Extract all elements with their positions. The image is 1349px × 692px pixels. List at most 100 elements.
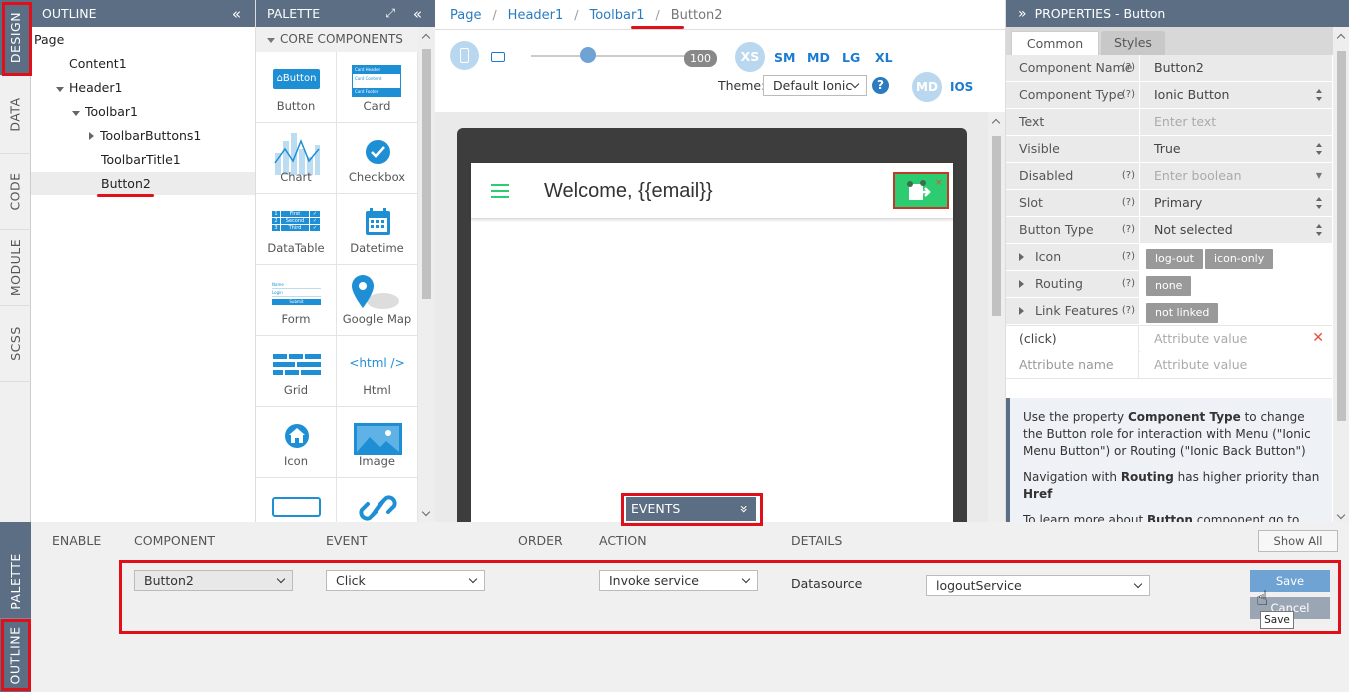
expand-icon[interactable] [1019, 307, 1024, 315]
canvas-scrollbar[interactable] [988, 112, 1005, 522]
attr-click-key[interactable]: (click) [1006, 326, 1139, 352]
expand-icon[interactable] [1019, 253, 1024, 261]
scroll-up-icon[interactable] [1336, 33, 1346, 43]
scroll-up-icon[interactable] [421, 33, 431, 43]
datatable-icon: 1 First ✓ 2 Second ✓ 3 Third ✓ [272, 211, 321, 233]
palette-item-datatable[interactable]: 1 First ✓ 2 Second ✓ 3 Third ✓ DataTable [256, 194, 337, 265]
scroll-down-icon[interactable] [1336, 510, 1346, 520]
event-type-select[interactable]: Click [326, 570, 485, 591]
tab-styles[interactable]: Styles [1101, 31, 1165, 55]
tree-item-toolbartitle1[interactable]: ToolbarTitle1 [101, 152, 181, 167]
palette-scrollbar[interactable] [418, 27, 435, 522]
expand-icon[interactable] [1019, 280, 1024, 288]
event-action-select[interactable]: Invoke service [599, 570, 758, 591]
tree-item-page[interactable]: Page [34, 32, 64, 47]
tree-item-button2[interactable]: Button2 [101, 176, 151, 191]
slot-select[interactable]: Primary [1140, 190, 1332, 216]
disabled-input[interactable]: Enter boolean ▼ [1140, 163, 1332, 189]
home-icon [285, 424, 309, 448]
collapse-icon[interactable]: « [232, 5, 241, 23]
prop-routing: Routing (?) none [1006, 271, 1332, 298]
mode-ios[interactable]: IOS [950, 80, 973, 94]
attr-name-input[interactable]: Attribute name [1006, 352, 1139, 378]
tab-code[interactable]: CODE [0, 154, 31, 230]
palette-item-datetime[interactable]: Datetime [337, 194, 418, 265]
size-md[interactable]: MD [807, 50, 830, 65]
zoom-slider-handle[interactable] [580, 47, 596, 63]
palette-item-image[interactable]: Image [337, 407, 418, 478]
tree-item-toolbar1[interactable]: Toolbar1 [72, 104, 138, 119]
prop-text: Text Enter text [1006, 109, 1332, 136]
expand-icon[interactable] [72, 111, 80, 116]
palette-item-checkbox[interactable]: Checkbox [337, 123, 418, 194]
palette-item-google-map[interactable]: Google Map [337, 265, 418, 336]
zoom-value: 100 [684, 50, 717, 67]
show-all-button[interactable]: Show All [1258, 530, 1338, 552]
icon-chip-log-out[interactable]: log-out [1146, 249, 1203, 269]
theme-select[interactable]: Default Ionic [763, 75, 867, 96]
palette-item-icon[interactable]: Icon [256, 407, 337, 478]
tree-item-header1[interactable]: Header1 [56, 80, 122, 95]
visible-select[interactable]: True [1140, 136, 1332, 162]
scroll-down-icon[interactable] [421, 507, 431, 517]
tree-item-content1[interactable]: Content1 [69, 56, 127, 71]
size-xs[interactable]: XS [735, 42, 765, 72]
tab-outline[interactable]: OUTLINE [0, 618, 31, 692]
remove-icon[interactable]: ✕ [1312, 330, 1324, 346]
menu-icon[interactable] [491, 184, 509, 198]
event-component-select[interactable]: Button2 [134, 570, 293, 591]
tab-module[interactable]: MODULE [0, 230, 31, 306]
tab-common[interactable]: Common [1011, 31, 1099, 55]
header-title: Welcome, {{email}} [544, 180, 713, 202]
size-lg[interactable]: LG [842, 50, 860, 65]
tab-data[interactable]: DATA [0, 76, 31, 154]
col-details: DETAILS [791, 533, 843, 548]
zoom-slider[interactable] [531, 55, 685, 57]
prop-icon: Icon (?) log-out icon-only [1006, 244, 1332, 271]
breadcrumb-toolbar1[interactable]: Toolbar1 [589, 8, 644, 23]
properties-scrollbar[interactable] [1333, 27, 1349, 522]
breadcrumb-header1[interactable]: Header1 [508, 8, 564, 23]
link-features-chip[interactable]: not linked [1146, 303, 1219, 323]
help-icon[interactable]: ? [872, 77, 889, 94]
size-xl[interactable]: XL [875, 50, 893, 65]
mode-md[interactable]: MD [912, 72, 942, 102]
datasource-select[interactable]: logoutService [926, 575, 1150, 596]
tab-palette[interactable]: PALETTE [0, 544, 31, 618]
events-toggle[interactable]: EVENTS » [626, 497, 756, 521]
component-name-input[interactable]: Button2 [1140, 55, 1332, 81]
palette-item-html[interactable]: <html /> Html [337, 336, 418, 407]
collapse-icon[interactable]: « [413, 5, 422, 23]
palette-item-link[interactable] [337, 478, 418, 522]
palette-item-button[interactable]: ⌂Button Button [256, 52, 337, 123]
icon-chip-icon-only[interactable]: icon-only [1205, 249, 1274, 269]
text-input[interactable]: Enter text [1140, 109, 1332, 135]
palette-section-header[interactable]: CORE COMPONENTS [256, 27, 418, 52]
palette-item-card[interactable]: Card Header Card Content Card Footer Car… [337, 52, 418, 123]
tree-item-toolbarbuttons1[interactable]: ToolbarButtons1 [89, 128, 201, 143]
tab-design[interactable]: DESIGN [0, 0, 31, 76]
palette-item-input[interactable] [256, 478, 337, 522]
breadcrumb-page[interactable]: Page [450, 8, 481, 23]
scroll-up-icon[interactable] [991, 118, 1001, 128]
routing-chip[interactable]: none [1146, 276, 1192, 296]
expand-icon[interactable] [56, 87, 64, 92]
save-tooltip: Save [1260, 611, 1294, 629]
palette-item-chart[interactable]: Chart [256, 123, 337, 194]
expand-icon[interactable]: » [1018, 6, 1027, 22]
attr-value-input[interactable]: Attribute value [1140, 352, 1332, 378]
tab-scss[interactable]: SCSS [0, 306, 31, 382]
expand-icon[interactable]: ⤢ [385, 6, 395, 21]
device-frame: Welcome, {{email}} × [457, 128, 967, 522]
palette-item-form[interactable]: Name Login Submit Form [256, 265, 337, 336]
attr-click-value[interactable]: Attribute value [1140, 326, 1332, 352]
button-type-select[interactable]: Not selected [1140, 217, 1332, 243]
component-type-select[interactable]: Ionic Button [1140, 82, 1332, 108]
expand-icon [267, 38, 275, 43]
logout-toolbar-button[interactable]: × [893, 172, 949, 209]
phone-icon[interactable] [450, 41, 479, 70]
expand-icon[interactable] [89, 132, 94, 140]
tablet-icon[interactable] [491, 52, 505, 62]
size-sm[interactable]: SM [774, 50, 795, 65]
palette-item-grid[interactable]: Grid [256, 336, 337, 407]
